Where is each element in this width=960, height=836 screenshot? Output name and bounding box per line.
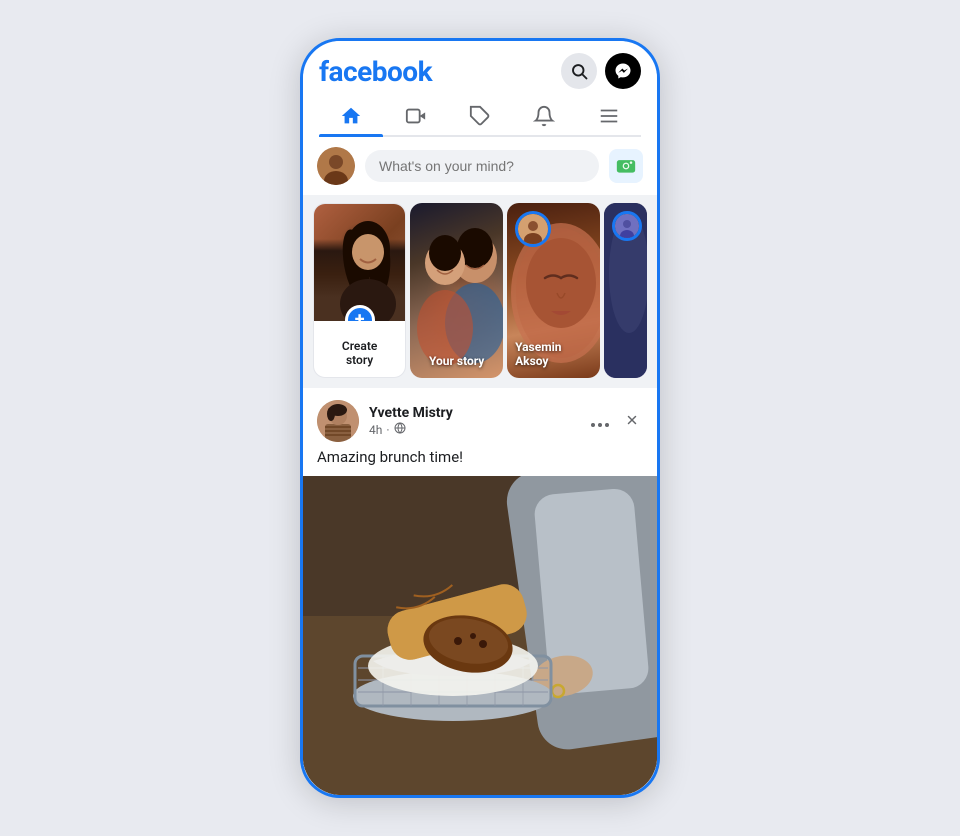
yasemin-story-card[interactable]: YaseminAksoy (507, 203, 600, 378)
post-dot: · (386, 423, 389, 437)
search-button[interactable] (561, 53, 597, 89)
nav-bar (319, 97, 641, 137)
post-close-button[interactable] (621, 407, 643, 436)
create-story-text: Create (342, 339, 377, 353)
post-image (303, 476, 657, 795)
post-box (303, 137, 657, 195)
nav-home[interactable] (319, 97, 383, 135)
create-story-label: Create story (314, 321, 405, 377)
your-story-card[interactable]: Your story (410, 203, 503, 378)
fourth-avatar (615, 214, 639, 238)
your-story-bg (410, 203, 503, 378)
post-action-buttons (587, 407, 643, 436)
app-header: facebook (303, 41, 657, 137)
messenger-button[interactable] (605, 53, 641, 89)
fourth-story-card[interactable] (604, 203, 647, 378)
phone-frame: facebook (300, 38, 660, 798)
phone-screen: facebook (303, 41, 657, 795)
post-meta: 4h · (369, 422, 577, 437)
post-header: Yvette Mistry 4h · (303, 388, 657, 448)
nav-marketplace[interactable] (448, 97, 512, 135)
create-story-card[interactable]: + Create story (313, 203, 406, 378)
yasemin-avatar (518, 214, 548, 244)
nav-notifications[interactable] (512, 97, 576, 135)
whats-on-mind-input[interactable] (365, 150, 599, 182)
news-feed: Yvette Mistry 4h · (303, 388, 657, 795)
photo-video-button[interactable] (609, 149, 643, 183)
post-card: Yvette Mistry 4h · (303, 388, 657, 795)
create-story-text2: story (346, 353, 373, 367)
header-action-icons (561, 53, 641, 89)
post-author-name: Yvette Mistry (369, 405, 577, 421)
user-avatar (317, 147, 355, 185)
your-story-label: Your story (410, 354, 503, 368)
nav-video[interactable] (383, 97, 447, 135)
post-more-button[interactable] (587, 407, 613, 436)
globe-icon (394, 422, 406, 437)
create-story-bg: + (314, 204, 405, 321)
yasemin-story-label: YaseminAksoy (515, 340, 592, 368)
fourth-avatar-ring (612, 211, 642, 241)
nav-menu[interactable] (577, 97, 641, 135)
post-time: 4h (369, 423, 382, 437)
header-top-row: facebook (319, 53, 641, 89)
facebook-logo: facebook (319, 55, 432, 88)
user-avatar-image (317, 147, 355, 185)
post-text-content: Amazing brunch time! (303, 448, 657, 476)
post-user-info: Yvette Mistry 4h · (369, 405, 577, 437)
post-author-avatar (317, 400, 359, 442)
stories-row: + Create story (303, 203, 657, 388)
create-story-image (314, 204, 405, 321)
yasemin-avatar-ring (515, 211, 551, 247)
